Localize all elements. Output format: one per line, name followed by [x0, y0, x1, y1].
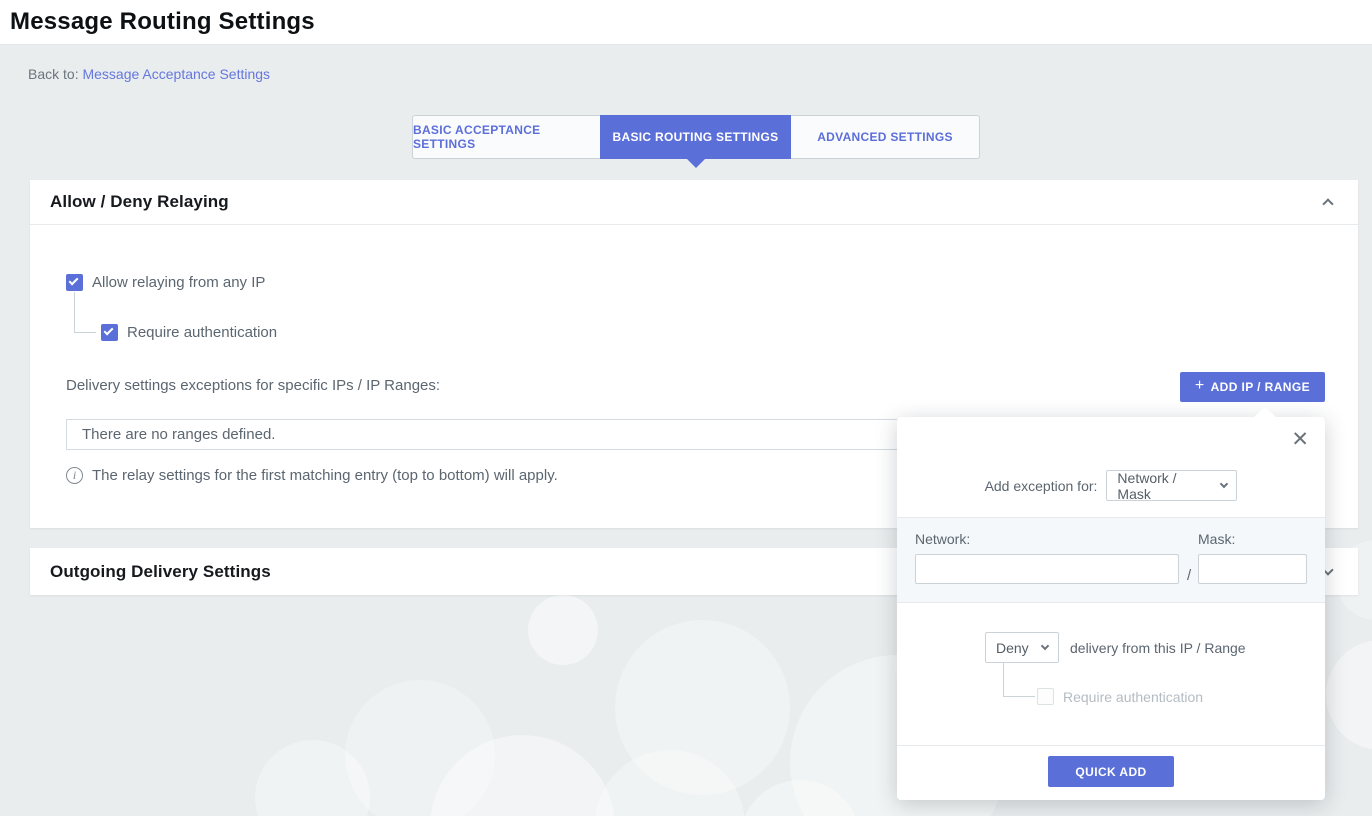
checkmark-icon: [69, 276, 79, 286]
popup-require-auth-label: Require authentication: [1063, 689, 1203, 705]
require-auth-checkbox[interactable]: [101, 324, 118, 341]
require-auth-row: Require authentication: [101, 324, 277, 341]
checkmark-icon: [104, 326, 114, 336]
allow-deny-value: Deny: [996, 640, 1029, 656]
exception-type-select[interactable]: Network / Mask: [1106, 470, 1237, 501]
allow-deny-relaying-title: Allow / Deny Relaying: [50, 192, 229, 212]
outgoing-delivery-title: Outgoing Delivery Settings: [50, 562, 271, 582]
allow-relaying-row: Allow relaying from any IP: [66, 274, 265, 291]
back-link-message-acceptance-settings[interactable]: Message Acceptance Settings: [82, 66, 270, 82]
add-ip-range-button-label: ADD IP / RANGE: [1211, 380, 1310, 394]
exception-type-value: Network / Mask: [1117, 470, 1210, 502]
nesting-connector-line: [1003, 663, 1035, 697]
settings-tabs: BASIC ACCEPTANCE SETTINGS BASIC ROUTING …: [412, 115, 980, 159]
quick-add-button[interactable]: QUICK ADD: [1048, 756, 1174, 787]
bubble: [528, 595, 598, 665]
titlebar: Message Routing Settings: [0, 0, 1372, 45]
collapse-chevron-up-icon[interactable]: [1318, 196, 1338, 208]
allow-relaying-label: Allow relaying from any IP: [92, 274, 265, 291]
add-ip-range-popup: ✕ Add exception for: Network / Mask Netw…: [897, 417, 1325, 800]
info-icon: i: [66, 467, 83, 484]
exceptions-label: Delivery settings exceptions for specifi…: [66, 377, 440, 394]
delivery-action-row: Deny delivery from this IP / Range: [985, 632, 1246, 663]
allow-deny-select[interactable]: Deny: [985, 632, 1059, 663]
mask-input[interactable]: [1198, 554, 1307, 584]
popup-require-auth-checkbox[interactable]: [1037, 688, 1054, 705]
tab-basic-routing-settings[interactable]: BASIC ROUTING SETTINGS: [600, 115, 791, 159]
network-mask-separator: /: [1187, 567, 1191, 584]
network-mask-section: Network: / Mask:: [897, 517, 1325, 603]
delivery-action-suffix: delivery from this IP / Range: [1070, 640, 1246, 656]
add-ip-range-button[interactable]: + ADD IP / RANGE: [1180, 372, 1325, 402]
nesting-connector-line: [74, 292, 96, 333]
network-input[interactable]: [915, 554, 1179, 584]
require-auth-label: Require authentication: [127, 324, 277, 341]
ranges-empty-text: There are no ranges defined.: [82, 426, 275, 443]
network-field-group: Network:: [915, 531, 1179, 584]
exception-type-row: Add exception for: Network / Mask: [897, 470, 1325, 501]
close-icon[interactable]: ✕: [1291, 429, 1309, 450]
popup-footer: QUICK ADD: [897, 745, 1325, 800]
popup-pointer-arrow: [1254, 407, 1276, 417]
chevron-down-icon: [1219, 480, 1227, 488]
breadcrumb: Back to: Message Acceptance Settings: [28, 66, 270, 82]
chevron-down-icon: [1041, 642, 1049, 650]
bubble: [1326, 640, 1372, 750]
tab-basic-acceptance-settings[interactable]: BASIC ACCEPTANCE SETTINGS: [412, 115, 601, 159]
network-label: Network:: [915, 531, 1179, 547]
relay-info-row: i The relay settings for the first match…: [66, 467, 558, 484]
plus-icon: +: [1195, 377, 1205, 395]
mask-label: Mask:: [1198, 531, 1307, 547]
relay-info-text: The relay settings for the first matchin…: [92, 467, 558, 484]
allow-deny-relaying-header[interactable]: Allow / Deny Relaying: [30, 180, 1358, 225]
add-exception-label: Add exception for:: [985, 478, 1098, 494]
page-title: Message Routing Settings: [10, 8, 315, 36]
mask-field-group: Mask:: [1198, 531, 1307, 584]
popup-require-auth-row: Require authentication: [1037, 688, 1203, 705]
allow-relaying-checkbox[interactable]: [66, 274, 83, 291]
back-to-label: Back to:: [28, 66, 79, 82]
tab-advanced-settings[interactable]: ADVANCED SETTINGS: [790, 115, 980, 159]
